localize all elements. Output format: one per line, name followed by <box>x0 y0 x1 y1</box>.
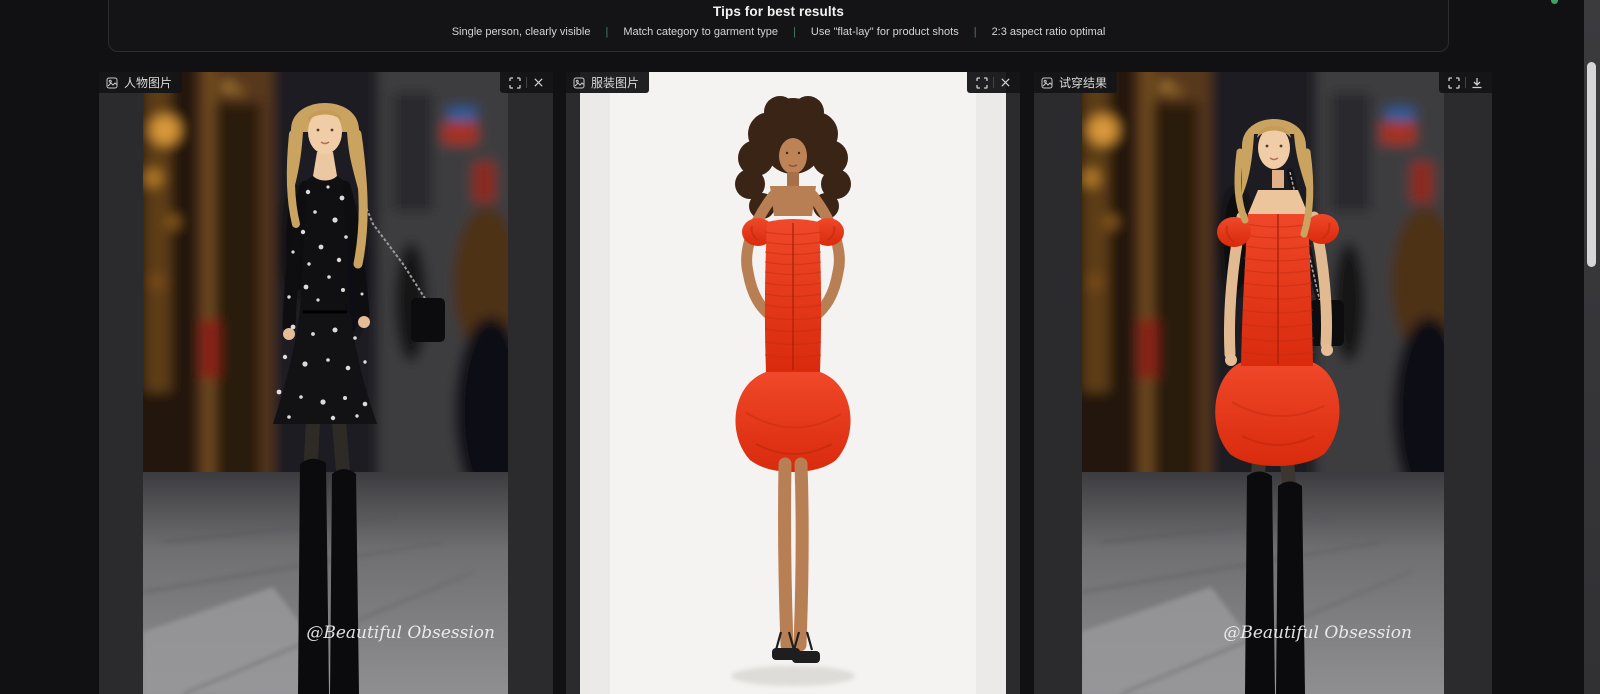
person-image-panel: @Beautiful Obsession 人物图片 <box>99 72 553 694</box>
panel-actions-person <box>500 72 553 93</box>
close-button[interactable] <box>994 72 1016 93</box>
tip-item-3: Use "flat-lay" for product shots <box>811 26 959 38</box>
image-icon <box>573 77 585 89</box>
person-photo[interactable]: @Beautiful Obsession <box>143 72 508 694</box>
download-icon <box>1471 77 1483 89</box>
panel-label-result: 试穿结果 <box>1034 72 1117 93</box>
watermark-text: @Beautiful Obsession <box>1223 623 1412 643</box>
tips-title: Tips for best results <box>109 4 1448 19</box>
green-indicator-dot <box>1551 0 1558 4</box>
close-button[interactable] <box>527 72 549 93</box>
fullscreen-icon <box>1448 77 1460 89</box>
tip-separator: | <box>605 26 608 38</box>
download-button[interactable] <box>1466 72 1488 93</box>
image-icon <box>106 77 118 89</box>
scrollbar-thumb[interactable] <box>1587 62 1596 267</box>
tips-list: Single person, clearly visible | Match c… <box>109 26 1448 38</box>
panel-actions-garment <box>967 72 1020 93</box>
tryon-result-photo[interactable]: @Beautiful Obsession <box>1082 72 1444 694</box>
fullscreen-button[interactable] <box>1443 72 1465 93</box>
panel-label-text: 试穿结果 <box>1059 74 1107 91</box>
fullscreen-button[interactable] <box>504 72 526 93</box>
fullscreen-button[interactable] <box>971 72 993 93</box>
garment-image-panel: 服装图片 <box>566 72 1020 694</box>
fullscreen-icon <box>509 77 521 89</box>
garment-photo[interactable] <box>580 72 1006 694</box>
tip-separator: | <box>974 26 977 38</box>
tip-item-2: Match category to garment type <box>623 26 778 38</box>
close-icon <box>533 77 544 88</box>
panel-label-garment: 服装图片 <box>566 72 649 93</box>
tip-separator: | <box>793 26 796 38</box>
tip-item-1: Single person, clearly visible <box>452 26 591 38</box>
close-icon <box>1000 77 1011 88</box>
tryon-result-panel: @Beautiful Obsession 试穿结果 <box>1034 72 1492 694</box>
tip-item-4: 2:3 aspect ratio optimal <box>992 26 1106 38</box>
watermark-text: @Beautiful Obsession <box>306 623 495 643</box>
panel-label-text: 服装图片 <box>591 74 639 91</box>
fullscreen-icon <box>976 77 988 89</box>
vertical-scrollbar[interactable] <box>1584 0 1600 694</box>
app-stage: Tips for best results Single person, cle… <box>0 0 1600 694</box>
panel-actions-result <box>1439 72 1492 93</box>
panel-label-text: 人物图片 <box>124 74 172 91</box>
image-icon <box>1041 77 1053 89</box>
panel-label-person: 人物图片 <box>99 72 182 93</box>
tips-banner: Tips for best results Single person, cle… <box>108 0 1449 52</box>
